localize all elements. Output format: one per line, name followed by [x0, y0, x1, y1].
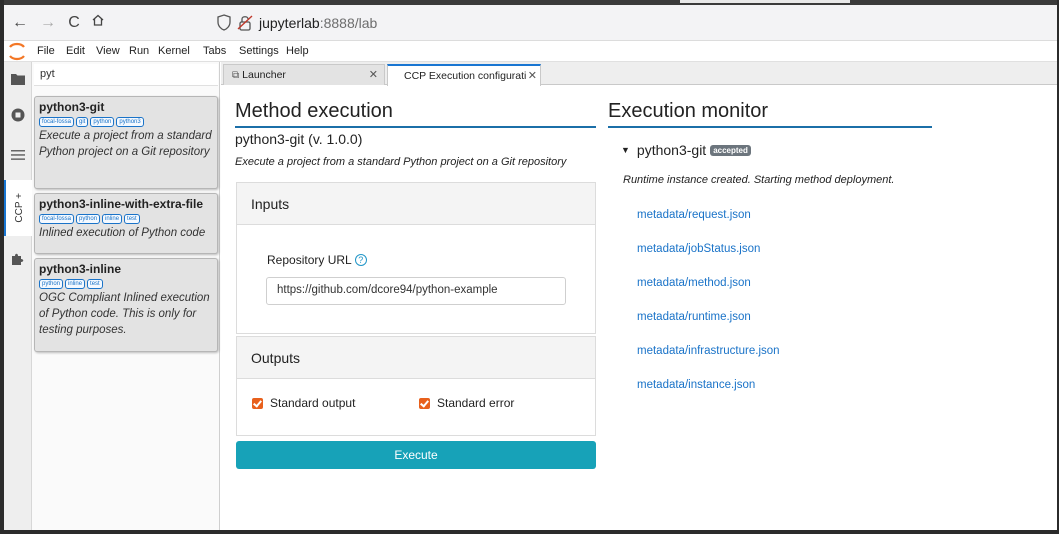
standard-error-checkbox[interactable]: Standard error	[419, 396, 514, 410]
help-icon[interactable]: ?	[354, 254, 367, 266]
metadata-link[interactable]: metadata/method.json	[637, 277, 751, 289]
launcher-icon: ⧉	[232, 70, 240, 81]
repository-url-label: Repository URL?	[267, 253, 367, 267]
tag-badge: focal-fossa	[39, 214, 75, 224]
method-card-tags: focal-fossa python inline test	[39, 214, 213, 224]
back-arrow-icon[interactable]: ←	[10, 13, 30, 33]
inputs-panel-header: Inputs	[237, 183, 595, 225]
reload-icon[interactable]: C	[64, 13, 84, 33]
tab-ccp-execution-configuration[interactable]: CCP Execution configuratior ✕	[387, 64, 541, 86]
inputs-panel: Inputs Repository URL? https://github.co…	[236, 182, 596, 334]
ccp-panel-button[interactable]: CCP +	[4, 180, 32, 236]
puzzle-icon	[12, 253, 24, 265]
metadata-link[interactable]: metadata/infrastructure.json	[637, 345, 780, 357]
checkbox-checked-icon	[419, 397, 430, 409]
menu-view[interactable]: View	[96, 45, 120, 57]
method-card-python3-inline[interactable]: python3-inline python inline test OGC Co…	[34, 258, 218, 352]
close-icon[interactable]: ✕	[528, 69, 537, 82]
close-icon[interactable]: ✕	[369, 68, 378, 81]
method-version-title: python3-git (v. 1.0.0)	[235, 131, 363, 147]
stop-circle-icon	[11, 108, 25, 122]
tab-launcher[interactable]: ⧉ Launcher ✕	[223, 64, 385, 85]
left-activity-bar: CCP +	[4, 62, 32, 530]
table-of-contents-button[interactable]	[4, 142, 32, 168]
caret-down-icon[interactable]: ▼	[621, 145, 630, 155]
job-status-message: Runtime instance created. Starting metho…	[623, 174, 895, 186]
execute-button[interactable]: Execute	[236, 441, 596, 469]
tag-badge: git	[76, 117, 89, 127]
standard-output-checkbox[interactable]: Standard output	[252, 396, 355, 410]
execution-configuration-view: Method execution python3-git (v. 1.0.0) …	[221, 86, 1057, 530]
job-name: python3-git	[636, 142, 707, 158]
tag-badge: test	[124, 214, 140, 224]
outputs-panel: Outputs Standard output Standard error	[236, 336, 596, 436]
method-card-title: python3-inline-with-extra-file	[39, 197, 204, 211]
metadata-link[interactable]: metadata/request.json	[637, 209, 751, 221]
outputs-panel-header: Outputs	[237, 337, 595, 379]
tag-badge: focal-fossa	[39, 117, 75, 127]
standard-error-label: Standard error	[437, 396, 515, 410]
tag-badge: python	[90, 117, 115, 127]
menu-kernel[interactable]: Kernel	[158, 45, 190, 57]
tag-badge: inline	[102, 214, 123, 224]
job-entry[interactable]: ▼ python3-git accepted	[621, 142, 751, 158]
url-path: :8888/lab	[319, 15, 378, 31]
tag-badge: test	[87, 279, 103, 289]
metadata-link[interactable]: metadata/instance.json	[637, 379, 755, 391]
repository-url-input[interactable]: https://github.com/dcore94/python-exampl…	[266, 277, 566, 305]
standard-output-label: Standard output	[270, 396, 356, 410]
menu-bar: File Edit View Run Kernel Tabs Settings …	[4, 41, 1057, 62]
status-badge: accepted	[710, 144, 751, 156]
menu-edit[interactable]: Edit	[66, 45, 85, 57]
method-card-description: OGC Compliant Inlined execution of Pytho…	[39, 292, 210, 336]
tag-badge: python3	[116, 117, 144, 127]
tag-badge: python	[39, 279, 64, 289]
menu-run[interactable]: Run	[129, 45, 149, 57]
method-card-python3-git[interactable]: python3-git focal-fossa git python pytho…	[34, 96, 218, 189]
method-execution-heading: Method execution	[235, 100, 393, 122]
menu-file[interactable]: File	[37, 45, 55, 57]
file-browser-button[interactable]	[4, 66, 32, 92]
menu-settings[interactable]: Settings	[239, 45, 279, 57]
url-text[interactable]: jupyterlab:8888/lab	[259, 15, 377, 31]
method-card-title: python3-inline	[39, 262, 121, 276]
heading-underline	[608, 126, 932, 128]
method-card-tags: focal-fossa git python python3	[39, 117, 213, 127]
ccp-method-list-panel: pyt python3-git focal-fossa git python p…	[32, 62, 220, 530]
tab-label: Launcher	[242, 69, 286, 81]
repository-url-label-text: Repository URL	[267, 253, 352, 267]
browser-toolbar: ← → C jupyterlab:8888/lab	[4, 5, 1057, 41]
checkbox-checked-icon	[252, 397, 263, 409]
ccp-panel-label: CCP +	[13, 193, 25, 223]
forward-arrow-icon[interactable]: →	[38, 13, 58, 33]
menu-tabs[interactable]: Tabs	[203, 45, 226, 57]
method-card-python3-inline-with-extra-file[interactable]: python3-inline-with-extra-file focal-fos…	[34, 193, 218, 254]
url-host: jupyterlab	[259, 15, 320, 31]
method-card-title: python3-git	[39, 100, 105, 114]
tab-label: CCP Execution configuratior	[404, 70, 526, 82]
tag-badge: inline	[65, 279, 86, 289]
shield-icon[interactable]	[217, 14, 231, 31]
menu-help[interactable]: Help	[286, 45, 309, 57]
folder-icon	[11, 74, 25, 85]
heading-underline	[235, 126, 596, 128]
tag-badge: python	[76, 214, 101, 224]
method-card-description: Execute a project from a standard Python…	[39, 130, 212, 158]
insecure-lock-icon[interactable]	[237, 14, 253, 31]
method-card-description: Inlined execution of Python code	[39, 227, 206, 239]
metadata-link[interactable]: metadata/runtime.json	[637, 311, 751, 323]
method-description: Execute a project from a standard Python…	[235, 156, 567, 168]
method-search-input[interactable]: pyt	[34, 64, 218, 86]
extension-manager-button[interactable]	[4, 246, 32, 272]
metadata-link[interactable]: metadata/jobStatus.json	[637, 243, 760, 255]
address-bar[interactable]: jupyterlab:8888/lab	[207, 9, 1057, 37]
list-icon	[11, 150, 25, 160]
method-card-tags: python inline test	[39, 279, 213, 289]
document-tab-bar: ⧉ Launcher ✕ CCP Execution configuratior …	[221, 62, 1057, 86]
jupyter-logo-icon	[9, 42, 25, 61]
running-sessions-button[interactable]	[4, 102, 32, 128]
execution-monitor-heading: Execution monitor	[608, 100, 769, 122]
home-icon[interactable]	[88, 13, 108, 33]
